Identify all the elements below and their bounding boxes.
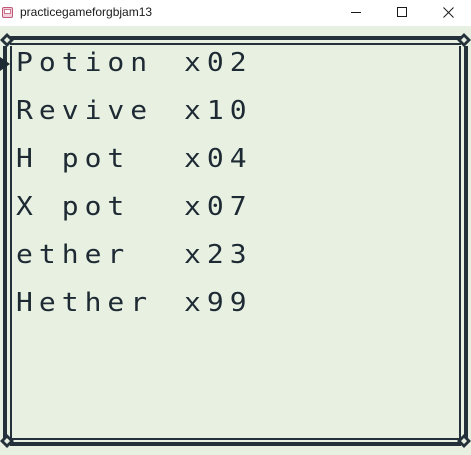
maximize-button[interactable] xyxy=(379,0,425,24)
inventory-list: Potion x02 Revive x10 H pot x04 X pot x0… xyxy=(0,47,253,336)
item-quantity: x99 xyxy=(184,287,253,318)
minimize-icon xyxy=(351,7,361,17)
item-name: H pot xyxy=(16,143,131,174)
item-name: Potion xyxy=(16,47,154,78)
item-name: X pot xyxy=(16,191,131,222)
item-quantity: x02 xyxy=(184,47,253,78)
window-title: practicegameforgbjam13 xyxy=(20,5,153,19)
inventory-item[interactable]: H pot x04 xyxy=(16,144,253,192)
inventory-item[interactable]: ether x23 xyxy=(16,240,253,288)
item-quantity: x07 xyxy=(184,191,253,222)
title-bar[interactable]: practicegameforgbjam13 xyxy=(0,0,471,26)
inventory-item[interactable]: Hether x99 xyxy=(16,288,253,336)
maximize-icon xyxy=(397,7,407,17)
gameboy-app-icon xyxy=(2,5,13,18)
item-quantity: x04 xyxy=(184,143,253,174)
item-name: Hether xyxy=(16,287,154,318)
inventory-item[interactable]: Revive x10 xyxy=(16,96,253,144)
game-window: practicegameforgbjam13 Potion x02 Revive… xyxy=(0,0,471,455)
item-quantity: x23 xyxy=(184,239,253,270)
inventory-item[interactable]: X pot x07 xyxy=(16,192,253,240)
selection-arrow-icon xyxy=(0,57,10,71)
item-name: ether xyxy=(16,239,131,270)
game-screen: Potion x02 Revive x10 H pot x04 X pot x0… xyxy=(0,26,471,455)
minimize-button[interactable] xyxy=(333,0,379,24)
inventory-item[interactable]: Potion x02 xyxy=(0,47,253,96)
close-icon xyxy=(442,6,454,18)
item-quantity: x10 xyxy=(184,95,253,126)
close-button[interactable] xyxy=(425,0,471,24)
item-name: Revive xyxy=(16,95,154,126)
